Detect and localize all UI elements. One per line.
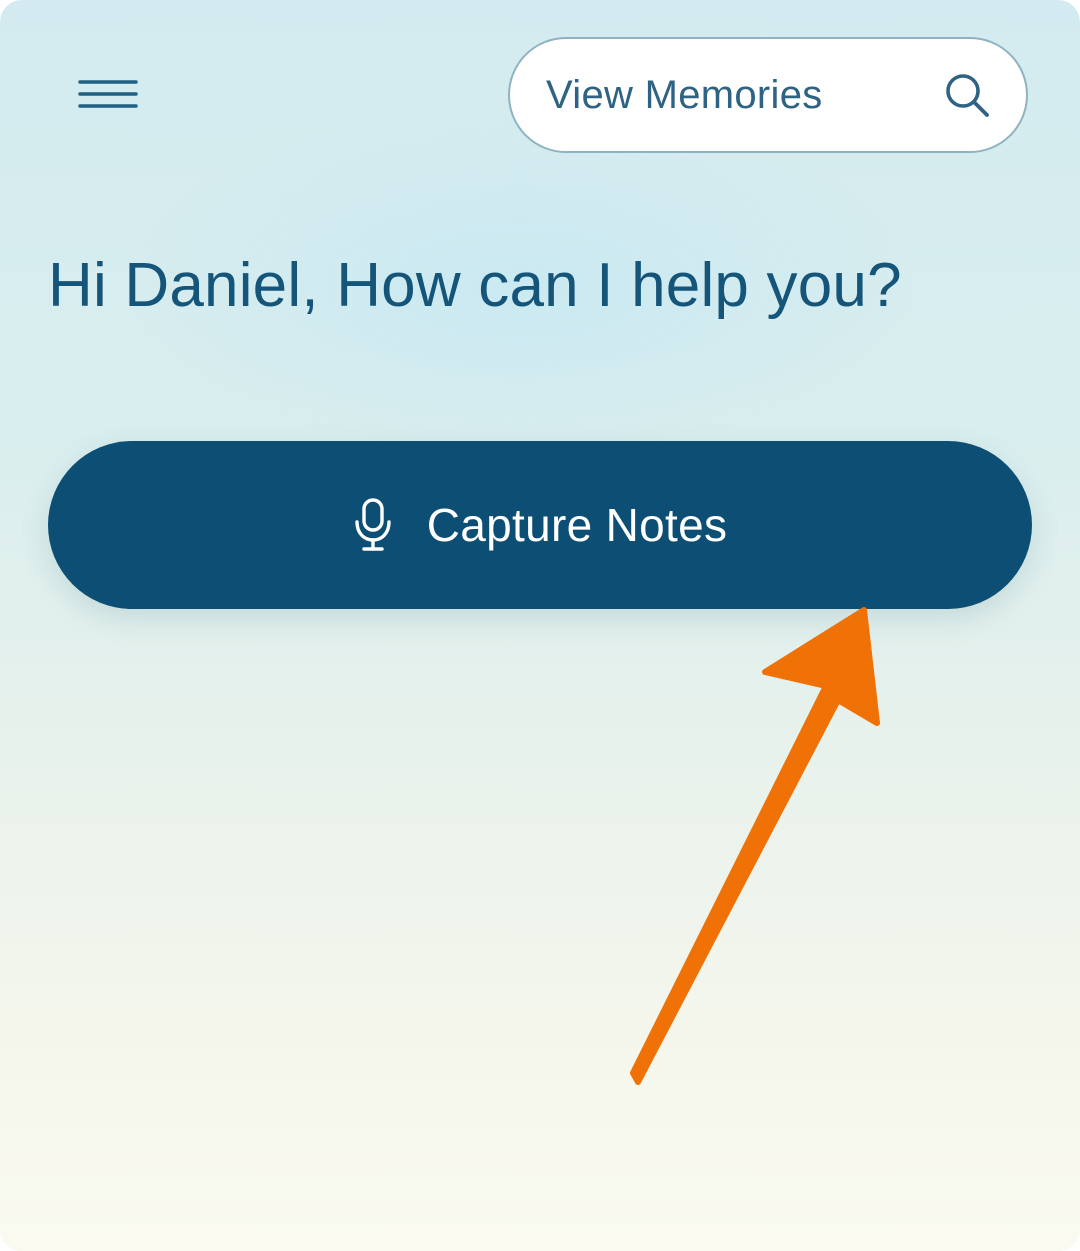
hamburger-menu-icon: [78, 80, 138, 108]
capture-notes-button[interactable]: Capture Notes: [48, 441, 1032, 609]
menu-button[interactable]: [72, 70, 144, 124]
view-memories-label: View Memories: [546, 72, 823, 117]
capture-notes-label: Capture Notes: [426, 499, 728, 551]
annotation-arrow-shape: [630, 607, 880, 1085]
greeting-heading: Hi Daniel, How can I help you?: [48, 251, 902, 320]
view-memories-search-button[interactable]: View Memories: [508, 37, 1028, 153]
app-screen: View Memories Hi Daniel, How can I help …: [0, 0, 1080, 1251]
search-icon: [942, 70, 992, 120]
microphone-icon: [353, 498, 393, 552]
